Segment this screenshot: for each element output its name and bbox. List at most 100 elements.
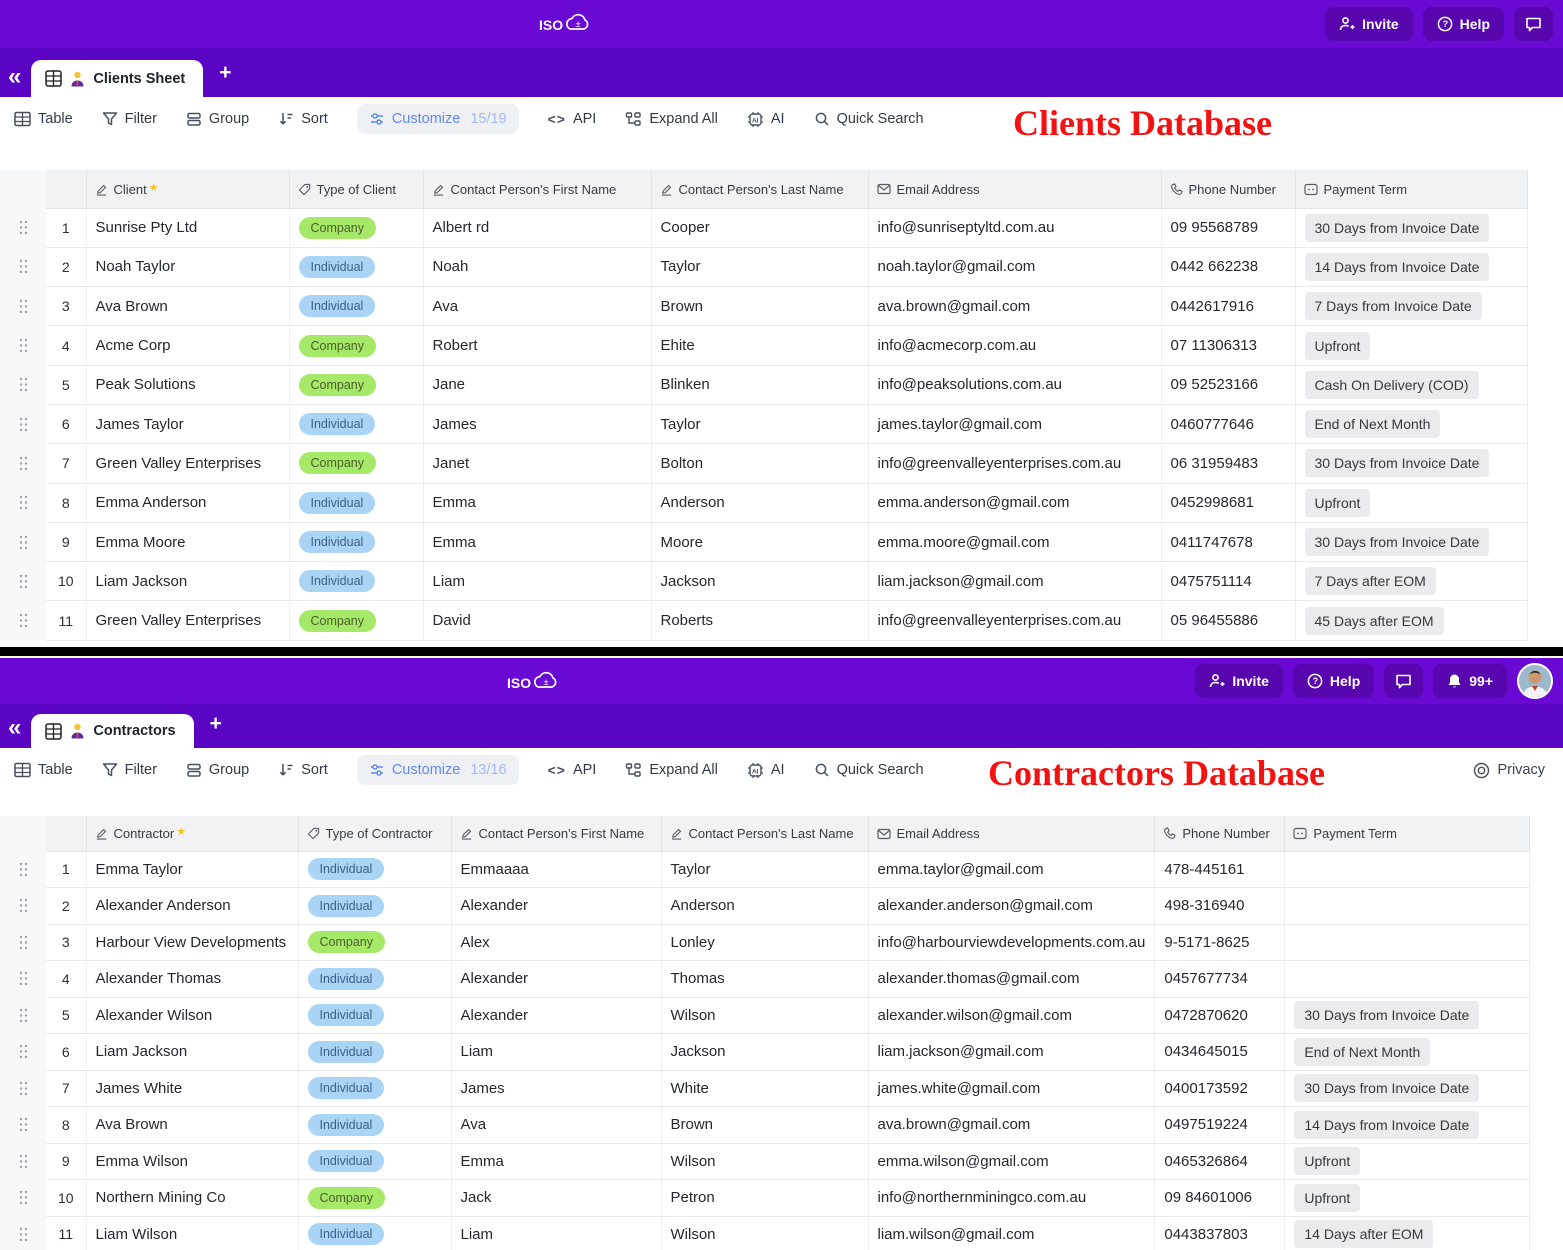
help-button[interactable]: ? Help: [1293, 664, 1374, 698]
toolbar-api-button[interactable]: <> API: [548, 111, 597, 127]
name-cell[interactable]: Peak Solutions: [86, 365, 289, 404]
drag-handle[interactable]: [0, 601, 46, 640]
phone-cell[interactable]: 06 31959483: [1161, 444, 1295, 483]
type-cell[interactable]: Individual: [298, 961, 451, 998]
last-name-cell[interactable]: Jackson: [661, 1034, 868, 1071]
toolbar-customize-button[interactable]: Customize 13/16: [357, 755, 519, 785]
name-cell[interactable]: Noah Taylor: [86, 247, 289, 286]
chat-button[interactable]: [1514, 7, 1553, 41]
toolbar-ai-button[interactable]: AI AI: [747, 762, 785, 779]
column-header-contact-person-s-first-name[interactable]: Contact Person's First Name: [451, 816, 661, 851]
add-tab-button[interactable]: +: [210, 712, 222, 736]
phone-cell[interactable]: 0457677734: [1155, 961, 1285, 998]
phone-cell[interactable]: 478-445161: [1155, 851, 1285, 888]
name-cell[interactable]: Emma Wilson: [86, 1143, 298, 1180]
name-cell[interactable]: Acme Corp: [86, 326, 289, 365]
column-header-client[interactable]: Client★: [86, 170, 289, 208]
column-header-contractor[interactable]: Contractor★: [86, 816, 298, 851]
type-cell[interactable]: Company: [289, 365, 423, 404]
payment-cell[interactable]: 45 Days after EOM: [1295, 601, 1527, 640]
phone-cell[interactable]: 09 52523166: [1161, 365, 1295, 404]
collapse-sidebar-icon[interactable]: «: [8, 716, 21, 740]
toolbar-api-button[interactable]: <> API: [548, 762, 597, 778]
payment-cell[interactable]: [1285, 961, 1530, 998]
name-cell[interactable]: Liam Wilson: [86, 1216, 298, 1250]
last-name-cell[interactable]: Brown: [661, 1107, 868, 1144]
phone-cell[interactable]: 0442617916: [1161, 287, 1295, 326]
type-cell[interactable]: Individual: [298, 997, 451, 1034]
toolbar-customize-button[interactable]: Customize 15/19: [357, 104, 519, 134]
email-cell[interactable]: emma.anderson@gmail.com: [868, 483, 1161, 522]
first-name-cell[interactable]: Alexander: [451, 961, 661, 998]
last-name-cell[interactable]: Jackson: [651, 562, 868, 601]
email-cell[interactable]: liam.jackson@gmail.com: [868, 562, 1161, 601]
name-cell[interactable]: Alexander Thomas: [86, 961, 298, 998]
last-name-cell[interactable]: Petron: [661, 1180, 868, 1217]
email-cell[interactable]: emma.moore@gmail.com: [868, 522, 1161, 561]
phone-cell[interactable]: 0411747678: [1161, 522, 1295, 561]
last-name-cell[interactable]: Wilson: [661, 1143, 868, 1180]
chat-button[interactable]: [1384, 664, 1423, 698]
last-name-cell[interactable]: Lonley: [661, 924, 868, 961]
last-name-cell[interactable]: Wilson: [661, 997, 868, 1034]
type-cell[interactable]: Individual: [298, 1216, 451, 1250]
payment-cell[interactable]: 7 Days after EOM: [1295, 562, 1527, 601]
toolbar-expand-all-button[interactable]: Expand All: [625, 762, 718, 778]
type-cell[interactable]: Individual: [289, 522, 423, 561]
drag-handle[interactable]: [0, 1143, 46, 1180]
name-cell[interactable]: Emma Anderson: [86, 483, 289, 522]
first-name-cell[interactable]: Noah: [423, 247, 651, 286]
type-cell[interactable]: Individual: [289, 483, 423, 522]
toolbar-table-button[interactable]: Table: [14, 111, 73, 127]
payment-cell[interactable]: [1285, 924, 1530, 961]
phone-cell[interactable]: 0442 662238: [1161, 247, 1295, 286]
payment-cell[interactable]: End of Next Month: [1295, 404, 1527, 443]
drag-handle[interactable]: [0, 1180, 46, 1217]
column-header-phone-number[interactable]: Phone Number: [1155, 816, 1285, 851]
email-cell[interactable]: james.taylor@gmail.com: [868, 404, 1161, 443]
type-cell[interactable]: Individual: [289, 404, 423, 443]
last-name-cell[interactable]: White: [661, 1070, 868, 1107]
type-cell[interactable]: Company: [289, 326, 423, 365]
add-tab-button[interactable]: +: [219, 61, 231, 85]
type-cell[interactable]: Company: [289, 444, 423, 483]
first-name-cell[interactable]: Robert: [423, 326, 651, 365]
column-header-type-of-client[interactable]: Type of Client: [289, 170, 423, 208]
email-cell[interactable]: noah.taylor@gmail.com: [868, 247, 1161, 286]
first-name-cell[interactable]: Alexander: [451, 997, 661, 1034]
drag-handle[interactable]: [0, 1070, 46, 1107]
email-cell[interactable]: info@harbourviewdevelopments.com.au: [868, 924, 1155, 961]
payment-cell[interactable]: [1285, 851, 1530, 888]
drag-handle[interactable]: [0, 444, 46, 483]
first-name-cell[interactable]: Jack: [451, 1180, 661, 1217]
drag-handle[interactable]: [0, 924, 46, 961]
column-header-contact-person-s-first-name[interactable]: Contact Person's First Name: [423, 170, 651, 208]
toolbar-privacy-button[interactable]: Privacy: [1473, 762, 1545, 779]
payment-cell[interactable]: Upfront: [1285, 1180, 1530, 1217]
type-cell[interactable]: Company: [298, 1180, 451, 1217]
first-name-cell[interactable]: Alex: [451, 924, 661, 961]
phone-cell[interactable]: 0472870620: [1155, 997, 1285, 1034]
last-name-cell[interactable]: Cooper: [651, 208, 868, 247]
name-cell[interactable]: Green Valley Enterprises: [86, 601, 289, 640]
toolbar-quick-search-button[interactable]: Quick Search: [814, 762, 924, 778]
toolbar-quick-search-button[interactable]: Quick Search: [814, 111, 924, 127]
first-name-cell[interactable]: Emmaaaa: [451, 851, 661, 888]
first-name-cell[interactable]: James: [423, 404, 651, 443]
phone-cell[interactable]: 0475751114: [1161, 562, 1295, 601]
payment-cell[interactable]: 14 Days from Invoice Date: [1295, 247, 1527, 286]
last-name-cell[interactable]: Brown: [651, 287, 868, 326]
first-name-cell[interactable]: James: [451, 1070, 661, 1107]
column-header-email-address[interactable]: Email Address: [868, 816, 1155, 851]
phone-cell[interactable]: 0434645015: [1155, 1034, 1285, 1071]
last-name-cell[interactable]: Taylor: [651, 404, 868, 443]
column-header-contact-person-s-last-name[interactable]: Contact Person's Last Name: [651, 170, 868, 208]
phone-cell[interactable]: 498-316940: [1155, 888, 1285, 925]
email-cell[interactable]: alexander.thomas@gmail.com: [868, 961, 1155, 998]
payment-cell[interactable]: 30 Days from Invoice Date: [1285, 1070, 1530, 1107]
name-cell[interactable]: Ava Brown: [86, 287, 289, 326]
phone-cell[interactable]: 0465326864: [1155, 1143, 1285, 1180]
type-cell[interactable]: Individual: [298, 1107, 451, 1144]
toolbar-expand-all-button[interactable]: Expand All: [625, 111, 718, 127]
drag-handle[interactable]: [0, 1107, 46, 1144]
